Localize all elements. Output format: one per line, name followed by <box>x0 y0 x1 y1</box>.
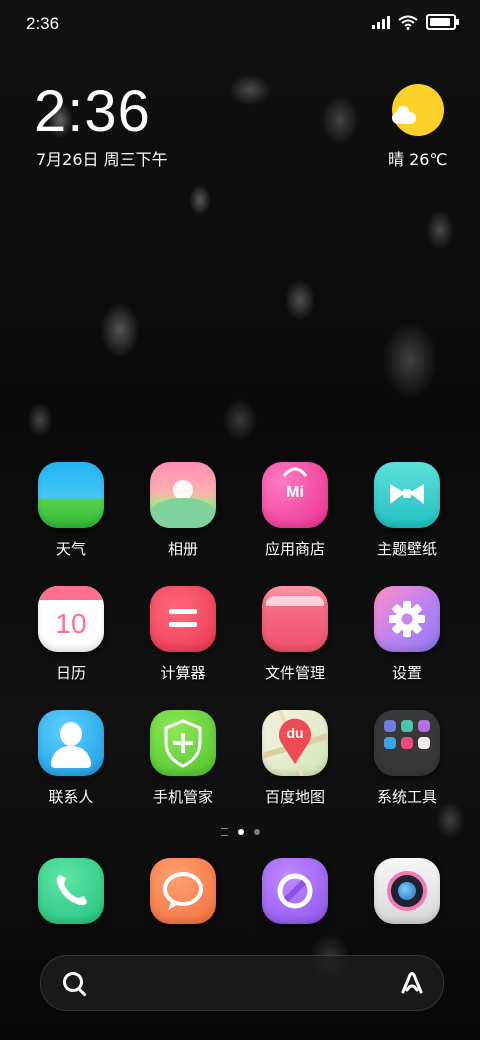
app-baidu-map[interactable]: du 百度地图 <box>240 710 350 807</box>
app-label: 文件管理 <box>264 664 325 682</box>
app-calendar[interactable]: 10 日历 <box>16 586 126 683</box>
app-contacts[interactable]: 联系人 <box>16 710 126 807</box>
folder-system-tools[interactable]: 系统工具 <box>352 710 462 807</box>
signal-icon <box>372 15 390 29</box>
baidu-map-mark: du <box>286 725 304 741</box>
app-store-icon: Mi <box>262 462 328 528</box>
status-icons <box>372 14 459 30</box>
app-label: 天气 <box>55 540 86 558</box>
app-gallery[interactable]: 相册 <box>128 462 238 559</box>
phone-icon <box>38 858 104 924</box>
app-file-manager[interactable]: 文件管理 <box>240 586 350 683</box>
battery-icon <box>426 14 459 30</box>
contacts-icon <box>38 710 104 776</box>
app-label: 百度地图 <box>264 788 325 806</box>
app-label: 系统工具 <box>376 788 437 806</box>
settings-icon <box>374 586 440 652</box>
baidu-map-icon: du <box>262 710 328 776</box>
dock-messages[interactable] <box>128 858 238 924</box>
page-dot <box>253 829 260 835</box>
widget-clock[interactable]: 2:36 <box>34 78 151 145</box>
browser-icon <box>262 858 328 924</box>
widget-date[interactable]: 7月26日 周三下午 <box>36 146 168 170</box>
dock-browser[interactable] <box>240 858 350 924</box>
app-weather[interactable]: 天气 <box>16 462 126 559</box>
app-themes[interactable]: 主题壁纸 <box>352 462 462 559</box>
menu-icon <box>220 828 228 836</box>
camera-icon <box>374 858 440 924</box>
app-store-mark: Mi <box>286 484 304 501</box>
gallery-icon <box>150 462 216 528</box>
app-security[interactable]: 手机管家 <box>128 710 238 807</box>
assistant-icon[interactable] <box>399 970 425 996</box>
dock-phone[interactable] <box>16 858 126 924</box>
app-label: 联系人 <box>48 788 94 806</box>
calendar-icon: 10 <box>38 586 104 652</box>
page-dot-active <box>237 829 244 835</box>
status-bar: 2:36 <box>0 0 480 48</box>
app-label: 相册 <box>167 540 198 558</box>
app-label: 设置 <box>391 664 422 682</box>
app-store[interactable]: Mi 应用商店 <box>240 462 350 559</box>
themes-icon <box>374 462 440 528</box>
app-label: 日历 <box>55 664 86 682</box>
messages-icon <box>150 858 216 924</box>
wifi-icon <box>398 15 418 30</box>
widget-weather[interactable]: 晴 26℃ <box>388 146 447 170</box>
status-time: 2:36 <box>26 14 60 33</box>
security-icon <box>150 710 216 776</box>
weather-icon <box>38 462 104 528</box>
battery-level <box>430 18 450 26</box>
page-indicator[interactable] <box>0 828 480 836</box>
folder-icon <box>374 710 440 776</box>
dock-camera[interactable] <box>352 858 462 924</box>
app-calculator[interactable]: 计算器 <box>128 586 238 683</box>
file-manager-icon <box>262 586 328 652</box>
app-label: 主题壁纸 <box>376 540 437 558</box>
app-settings[interactable]: 设置 <box>352 586 462 683</box>
search-icon[interactable] <box>63 972 83 992</box>
app-label: 手机管家 <box>152 788 213 806</box>
calculator-icon <box>150 586 216 652</box>
weather-cloud-icon <box>392 106 416 124</box>
search-bar[interactable] <box>40 955 444 1011</box>
app-label: 计算器 <box>160 664 206 682</box>
app-label: 应用商店 <box>264 540 325 558</box>
calendar-day: 10 <box>55 608 87 639</box>
